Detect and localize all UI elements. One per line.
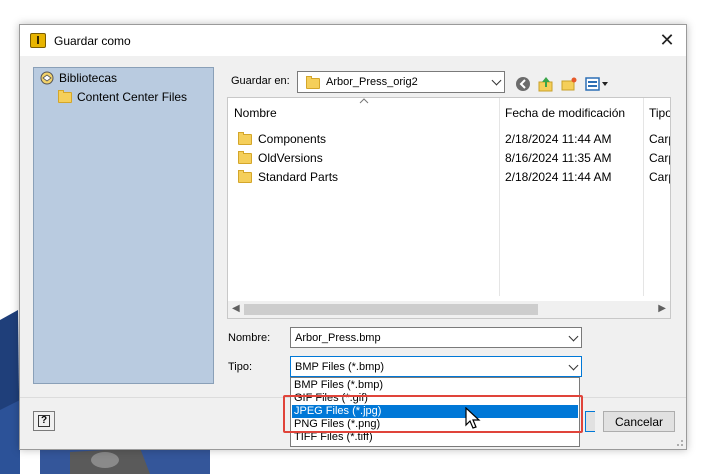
column-separator xyxy=(643,98,644,296)
file-date: 8/16/2024 11:35 AM xyxy=(505,151,612,165)
help-icon: ? xyxy=(38,415,50,427)
filetype-label: Tipo: xyxy=(228,361,253,373)
folder-icon xyxy=(238,169,252,183)
title-bar: Guardar como ✕ xyxy=(20,25,686,56)
help-button[interactable]: ? xyxy=(33,411,55,431)
file-date: 2/18/2024 11:44 AM xyxy=(505,170,612,184)
place-item-libraries[interactable]: Bibliotecas xyxy=(40,71,117,85)
close-button[interactable]: ✕ xyxy=(658,31,676,49)
file-name: OldVersions xyxy=(258,151,323,165)
view-menu-icon[interactable] xyxy=(585,76,611,92)
place-item-label: Bibliotecas xyxy=(59,71,118,85)
column-header-date[interactable]: Fecha de modificación xyxy=(505,106,625,120)
file-row[interactable]: Standard Parts 2/18/2024 11:44 AM Carp xyxy=(228,168,670,187)
save-in-combo[interactable]: Arbor_Press_orig2 xyxy=(297,71,505,93)
resize-grip-icon[interactable] xyxy=(674,437,684,447)
file-list: Nombre Fecha de modificación Tipo Compon… xyxy=(227,97,671,319)
file-date: 2/18/2024 11:44 AM xyxy=(505,132,612,146)
chevron-down-icon xyxy=(568,331,579,341)
places-panel: Bibliotecas Content Center Files xyxy=(33,67,214,384)
file-row[interactable]: Components 2/18/2024 11:44 AM Carp xyxy=(228,130,670,149)
horizontal-scrollbar[interactable]: ◀ ▶ xyxy=(228,301,670,318)
mouse-cursor-icon xyxy=(465,407,481,429)
folder-icon xyxy=(306,75,320,89)
sort-arrow-icon xyxy=(359,98,369,104)
folder-icon xyxy=(238,131,252,145)
save-in-value: Arbor_Press_orig2 xyxy=(326,76,418,88)
dialog-title: Guardar como xyxy=(54,34,131,48)
file-type: Carp xyxy=(649,170,670,184)
column-separator xyxy=(499,98,500,296)
scroll-right-icon[interactable]: ▶ xyxy=(658,303,666,314)
folder-icon xyxy=(58,89,72,103)
filetype-option[interactable]: BMP Files (*.bmp) xyxy=(292,379,578,392)
autodesk-inventor-icon xyxy=(30,33,46,48)
filename-label: Nombre: xyxy=(228,332,271,344)
file-name: Components xyxy=(258,132,327,146)
chevron-down-icon xyxy=(491,75,502,86)
file-row[interactable]: OldVersions 8/16/2024 11:35 AM Carp xyxy=(228,149,670,168)
scroll-left-icon[interactable]: ◀ xyxy=(232,303,240,314)
back-icon[interactable] xyxy=(515,76,531,92)
file-type: Carp xyxy=(649,151,670,165)
file-type: Carp xyxy=(649,132,670,146)
library-icon xyxy=(40,71,54,85)
new-folder-icon[interactable] xyxy=(561,76,577,92)
save-in-label: Guardar en: xyxy=(231,75,290,87)
filetype-select[interactable]: BMP Files (*.bmp) xyxy=(290,356,582,377)
file-name: Standard Parts xyxy=(258,170,339,184)
filename-input[interactable]: Arbor_Press.bmp xyxy=(290,327,582,348)
save-as-dialog: Guardar como ✕ Bibliotecas Content Cente… xyxy=(19,24,687,450)
up-folder-icon[interactable] xyxy=(538,76,554,92)
filetype-value: BMP Files (*.bmp) xyxy=(295,360,385,373)
cancel-button[interactable]: Cancelar xyxy=(603,411,675,432)
place-item-content-center[interactable]: Content Center Files xyxy=(58,89,188,104)
annotation-highlight-box xyxy=(283,395,583,433)
column-header-type[interactable]: Tipo xyxy=(649,106,670,120)
scrollbar-thumb[interactable] xyxy=(244,304,538,315)
place-item-label: Content Center Files xyxy=(77,90,188,104)
save-button-edge[interactable] xyxy=(585,411,595,432)
folder-icon xyxy=(238,150,252,164)
column-header-name[interactable]: Nombre xyxy=(234,106,277,120)
filename-value: Arbor_Press.bmp xyxy=(295,331,381,344)
chevron-down-icon xyxy=(568,360,579,370)
